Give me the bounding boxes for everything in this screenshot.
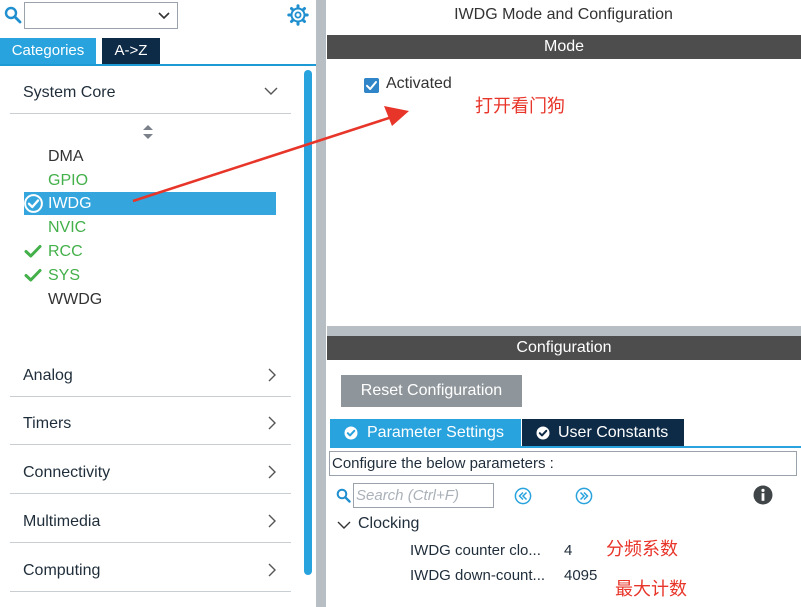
search-icon [4, 6, 22, 24]
configure-hint: Configure the below parameters : [329, 451, 797, 476]
sidebar-scrollbar-thumb[interactable] [304, 70, 312, 575]
configuration-header: Configuration [327, 336, 801, 360]
peripheral-sys[interactable]: SYS [24, 264, 276, 287]
chevron-right-icon [268, 416, 276, 430]
panel-splitter[interactable] [316, 0, 326, 607]
peripheral-dma[interactable]: DMA [24, 145, 276, 168]
peripheral-label: IWDG [48, 195, 92, 212]
chevron-right-icon [268, 514, 276, 528]
group-timers[interactable]: Timers [10, 401, 291, 445]
sort-icon[interactable] [142, 124, 154, 140]
peripheral-label: RCC [48, 243, 83, 260]
group-label: Computing [23, 562, 101, 579]
peripheral-label: WWDG [48, 291, 103, 308]
group-label: Connectivity [23, 464, 111, 481]
chevron-right-icon [268, 465, 276, 479]
check-icon [24, 269, 42, 282]
previous-result-icon[interactable] [514, 487, 532, 505]
peripheral-label: DMA [48, 148, 84, 165]
group-system-core[interactable]: System Core [10, 70, 291, 114]
tab-parameter-settings[interactable]: Parameter Settings [330, 419, 521, 447]
tab-a-to-z[interactable]: A->Z [102, 38, 160, 64]
group-label: Analog [23, 367, 73, 384]
param-value[interactable]: 4095 [564, 567, 597, 584]
peripheral-rcc[interactable]: RCC [24, 240, 276, 263]
peripheral-gpio[interactable]: GPIO [24, 169, 276, 192]
group-multimedia[interactable]: Multimedia [10, 499, 291, 543]
peripheral-label: SYS [48, 267, 81, 284]
tab-underline [330, 446, 801, 448]
tab-label: Parameter Settings [367, 424, 504, 441]
chevron-down-icon [158, 12, 170, 20]
next-result-icon[interactable] [575, 487, 593, 505]
section-clocking[interactable]: Clocking [358, 515, 419, 533]
page-title: IWDG Mode and Configuration [454, 6, 673, 23]
annotation-prescaler: 分频系数 [606, 539, 678, 560]
param-value[interactable]: 4 [564, 542, 572, 559]
activated-label[interactable]: Activated [386, 75, 452, 93]
mode-header: Mode [327, 35, 801, 59]
left-panel: Categories A->Z System Core DMA GPIO IWD… [0, 0, 316, 607]
chevron-down-icon [264, 87, 278, 95]
check-icon [24, 245, 42, 258]
group-label: Timers [23, 415, 72, 432]
search-row [0, 0, 316, 34]
peripheral-label: NVIC [48, 219, 87, 236]
group-label: System Core [23, 84, 116, 101]
chevron-down-icon[interactable] [337, 519, 351, 531]
peripheral-iwdg[interactable]: IWDG [24, 192, 276, 215]
reset-configuration-button[interactable]: Reset Configuration [341, 375, 522, 407]
info-icon[interactable] [753, 485, 773, 505]
group-computing[interactable]: Computing [10, 548, 291, 592]
chevron-right-icon [268, 368, 276, 382]
param-name: IWDG counter clo... [410, 542, 541, 559]
gear-icon[interactable] [287, 4, 309, 26]
search-icon [336, 488, 351, 503]
check-circle-icon [536, 426, 550, 440]
annotation-max-count: 最大计数 [615, 579, 687, 600]
group-analog[interactable]: Analog [10, 353, 291, 397]
check-circle-icon [344, 426, 358, 440]
group-connectivity[interactable]: Connectivity [10, 450, 291, 494]
param-name: IWDG down-count... [410, 567, 546, 584]
annotation-open-watchdog: 打开看门狗 [475, 96, 565, 117]
peripheral-wwdg[interactable]: WWDG [24, 288, 276, 311]
tab-categories[interactable]: Categories [0, 38, 96, 64]
parameter-search-input[interactable]: Search (Ctrl+F) [353, 483, 494, 508]
peripheral-label: GPIO [48, 172, 89, 189]
search-dropdown[interactable] [24, 2, 178, 29]
category-tabs: Categories A->Z [0, 38, 316, 66]
tab-label: User Constants [558, 424, 669, 441]
chevron-right-icon [268, 563, 276, 577]
check-circle-icon [24, 194, 43, 213]
activated-checkbox[interactable] [364, 78, 379, 93]
peripheral-nvic[interactable]: NVIC [24, 216, 276, 239]
mode-config-splitter[interactable] [327, 326, 801, 336]
tab-user-constants[interactable]: User Constants [522, 419, 684, 447]
group-label: Multimedia [23, 513, 101, 530]
